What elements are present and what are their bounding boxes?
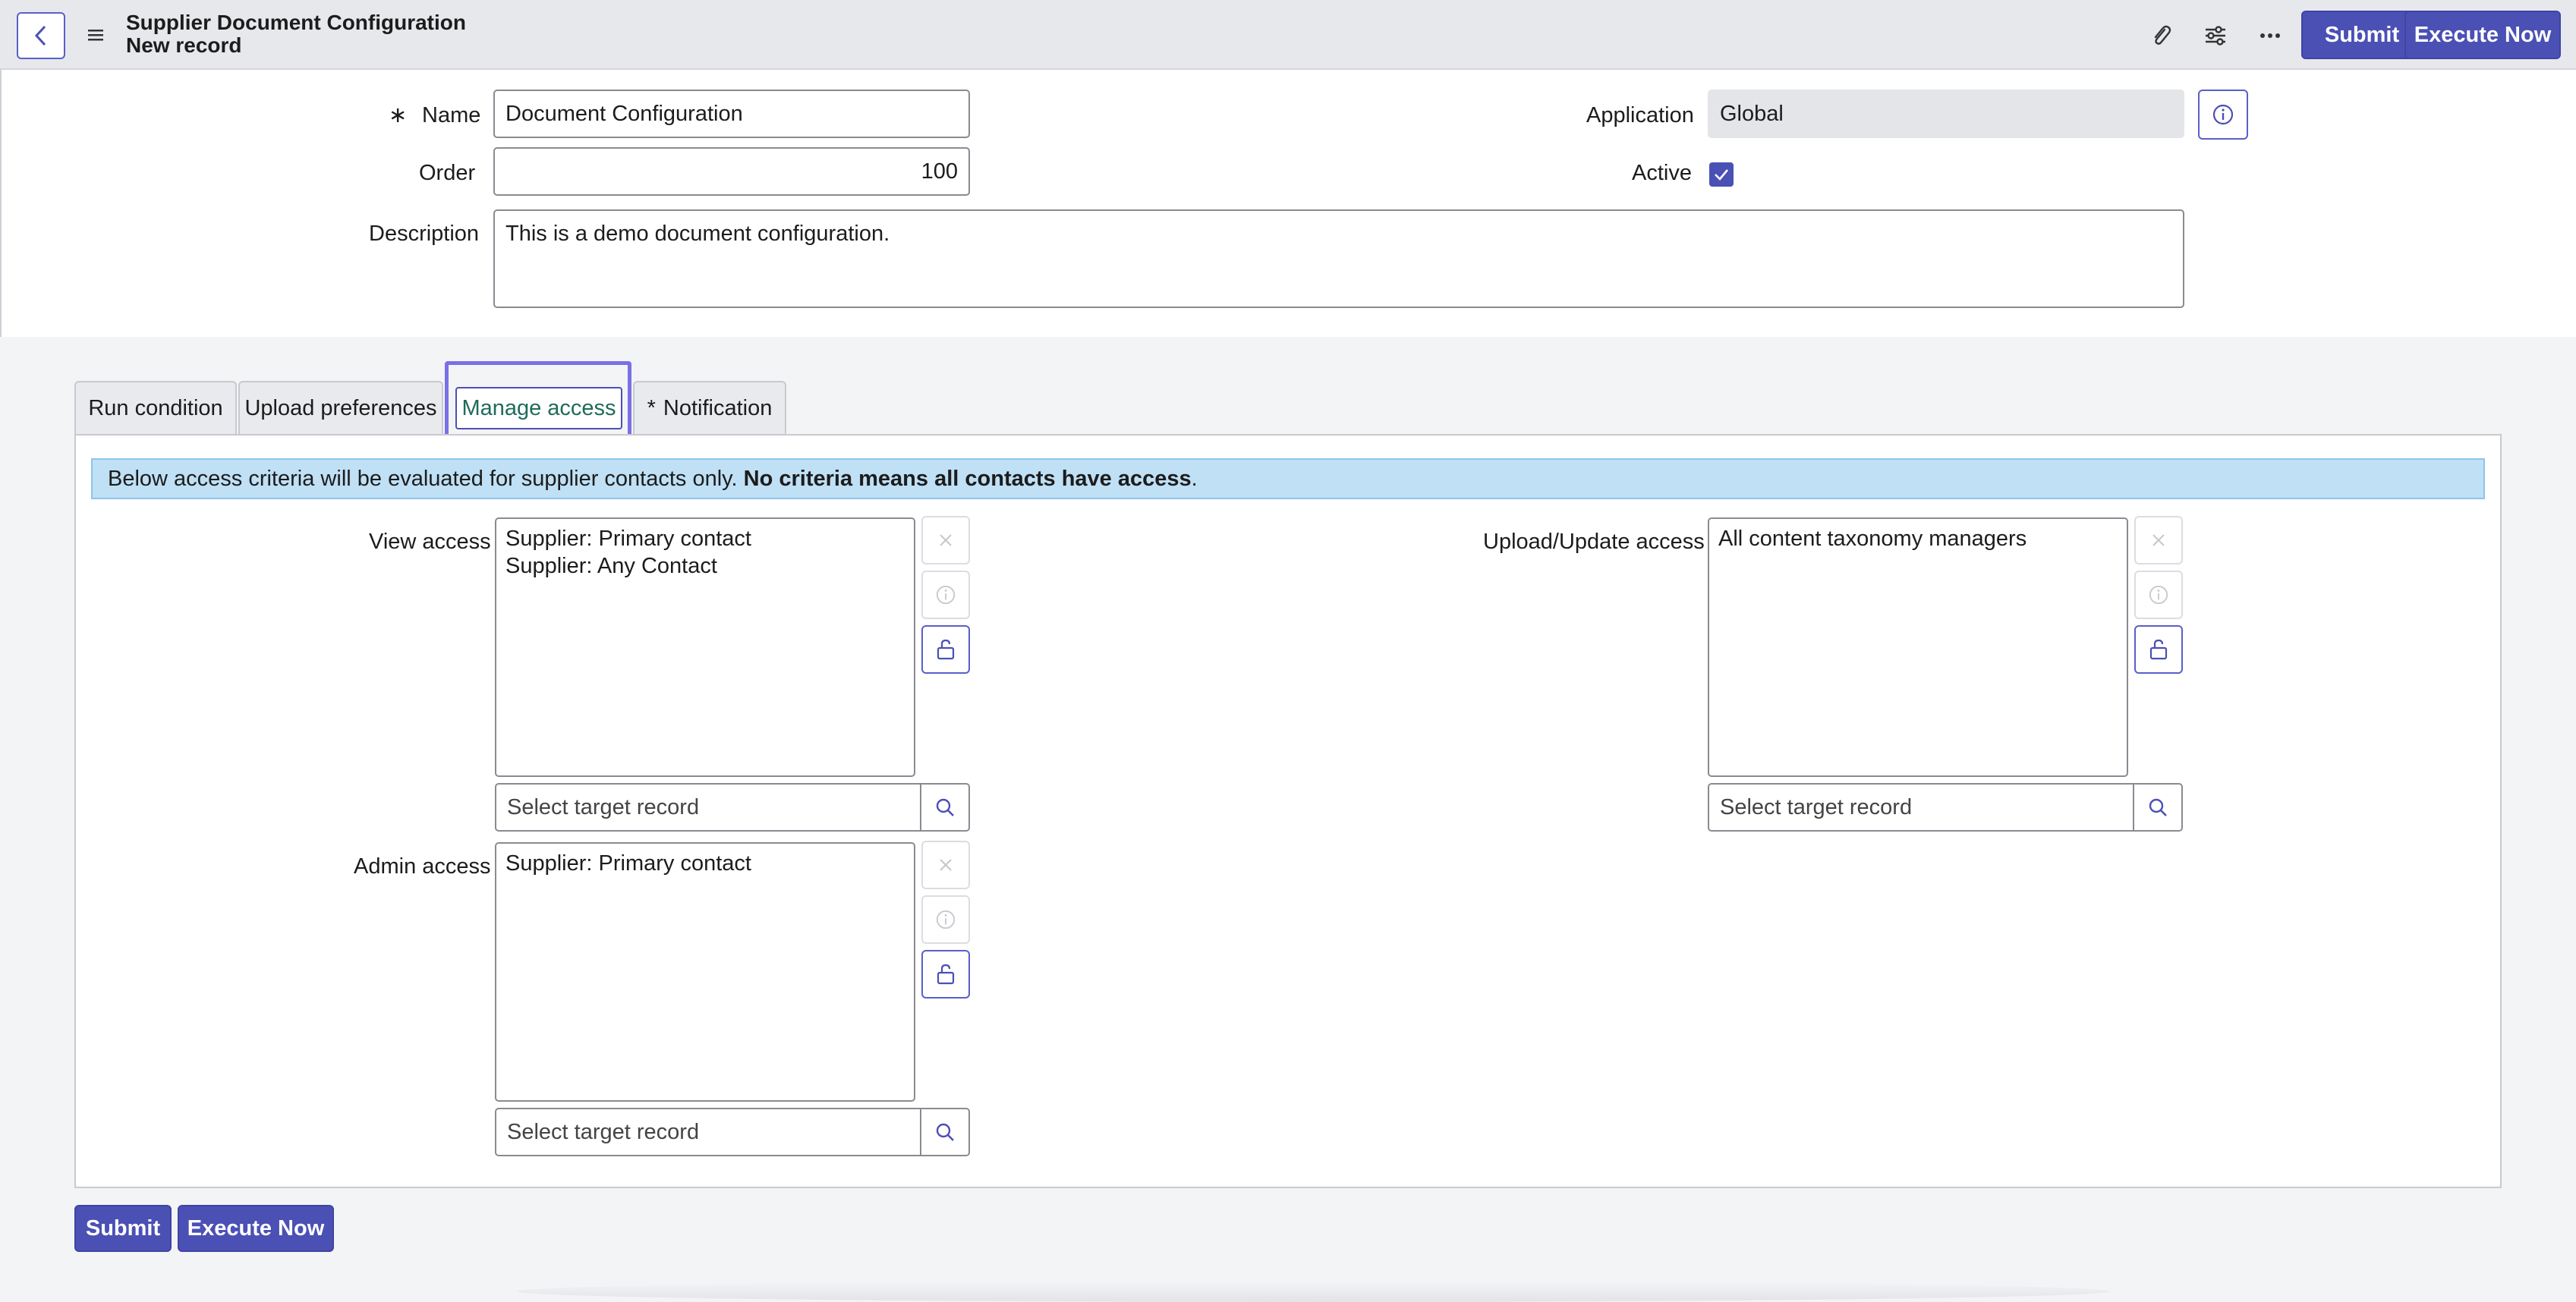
close-icon: [940, 534, 952, 546]
application-label: Application: [1586, 103, 1694, 127]
upload-access-search-button[interactable]: [2134, 783, 2183, 832]
info-icon: [2149, 585, 2168, 605]
name-field[interactable]: Document Configuration: [493, 90, 970, 138]
header-execute-now-button[interactable]: Execute Now: [2404, 11, 2561, 59]
admin-access-reference-input[interactable]: Select target record: [495, 1108, 921, 1156]
banner-period: .: [1191, 466, 1198, 491]
info-icon: [936, 910, 956, 929]
upload-access-info-button[interactable]: [2134, 571, 2183, 619]
footer-submit-button[interactable]: Submit: [74, 1205, 172, 1252]
admin-access-search-button[interactable]: [921, 1108, 970, 1156]
list-item[interactable]: Supplier: Any Contact: [505, 552, 905, 580]
view-access-remove-button[interactable]: [921, 516, 970, 565]
admin-access-info-button[interactable]: [921, 895, 970, 944]
view-access-unlock-button[interactable]: [921, 625, 970, 674]
view-access-label: View access: [369, 530, 491, 554]
name-label: Name: [422, 103, 481, 127]
view-access-reference-input[interactable]: Select target record: [495, 783, 921, 832]
search-icon: [2149, 798, 2167, 816]
page-title: Supplier Document Configuration: [126, 11, 466, 34]
back-button[interactable]: [17, 12, 65, 59]
search-icon: [936, 1123, 954, 1141]
view-access-search-button[interactable]: [921, 783, 970, 832]
page-bottom-shadow: [516, 1281, 2110, 1302]
upload-access-list[interactable]: All content taxonomy managers: [1708, 517, 2128, 777]
active-label: Active: [1632, 161, 1692, 185]
active-checkbox[interactable]: [1709, 162, 1734, 187]
admin-access-remove-button[interactable]: [921, 841, 970, 889]
sliders-icon[interactable]: [2198, 18, 2233, 53]
paperclip-icon[interactable]: [2143, 18, 2178, 53]
unlock-icon: [2149, 639, 2168, 660]
more-icon[interactable]: [2253, 18, 2288, 53]
tab-notification-label: Notification: [663, 395, 773, 420]
list-item[interactable]: Supplier: Primary contact: [505, 525, 905, 552]
application-info-button[interactable]: [2198, 90, 2248, 140]
view-access-info-button[interactable]: [921, 571, 970, 619]
notification-required-mark: *: [647, 395, 656, 420]
admin-access-unlock-button[interactable]: [921, 950, 970, 999]
upload-access-unlock-button[interactable]: [2134, 625, 2183, 674]
admin-access-label: Admin access: [354, 854, 491, 879]
order-label: Order: [419, 161, 476, 185]
description-field[interactable]: This is a demo document configuration.: [493, 209, 2184, 308]
page-subtitle: New record: [126, 33, 242, 57]
admin-access-list[interactable]: Supplier: Primary contact: [495, 842, 915, 1102]
checkmark-icon: [1715, 169, 1728, 181]
upload-access-remove-button[interactable]: [2134, 516, 2183, 565]
tab-run-condition[interactable]: Run condition: [74, 381, 237, 434]
close-icon: [940, 859, 952, 871]
view-access-list[interactable]: Supplier: Primary contact Supplier: Any …: [495, 517, 915, 777]
list-item[interactable]: All content taxonomy managers: [1718, 525, 2118, 552]
tab-notification[interactable]: * Notification: [633, 381, 786, 434]
back-icon: [34, 25, 46, 46]
info-banner: Below access criteria will be evaluated …: [91, 458, 2485, 499]
info-icon: [936, 585, 956, 605]
banner-bold-text: No criteria means all contacts have acce…: [743, 466, 1192, 491]
name-required-mark: ∗: [389, 103, 408, 127]
info-icon: [2212, 104, 2234, 125]
upload-access-label: Upload/Update access: [1483, 530, 1705, 554]
order-field[interactable]: 100: [493, 147, 970, 196]
application-field: Global: [1708, 90, 2184, 138]
search-icon: [936, 798, 954, 816]
menu-icon[interactable]: [83, 23, 108, 47]
close-icon: [2152, 534, 2165, 546]
tab-manage-access[interactable]: Manage access: [455, 387, 622, 429]
unlock-icon: [937, 639, 955, 660]
tab-upload-preferences[interactable]: Upload preferences: [238, 381, 443, 434]
footer-execute-now-button[interactable]: Execute Now: [178, 1205, 334, 1252]
unlock-icon: [937, 964, 955, 985]
description-label: Description: [369, 222, 480, 246]
banner-text: Below access criteria will be evaluated …: [108, 466, 738, 491]
upload-access-reference-input[interactable]: Select target record: [1708, 783, 2134, 832]
list-item[interactable]: Supplier: Primary contact: [505, 850, 905, 877]
